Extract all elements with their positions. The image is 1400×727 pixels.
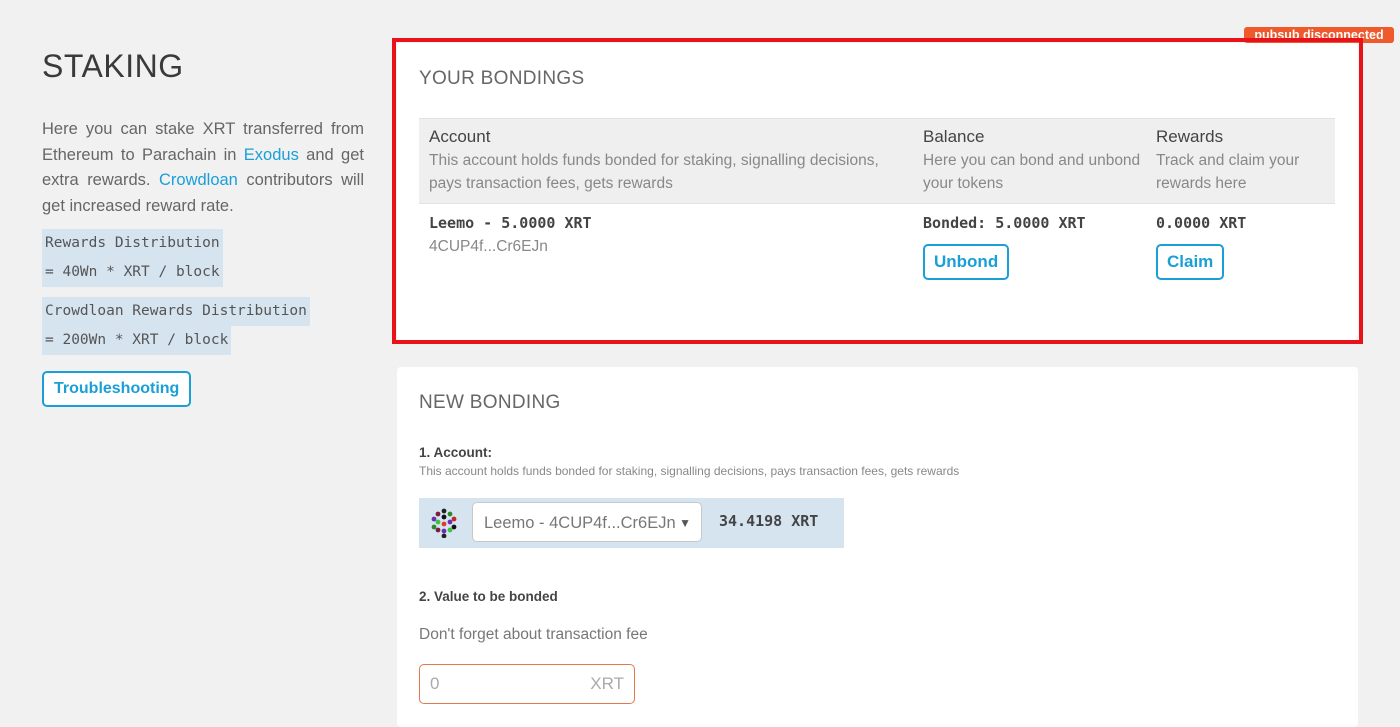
- account-address: 4CUP4f...Cr6EJn: [429, 238, 548, 255]
- crowdloan-rewards-distribution: Crowdloan Rewards Distribution = 200Wn *…: [42, 297, 310, 355]
- new-bonding-title: NEW BONDING: [419, 392, 561, 413]
- bonded-amount: Bonded: 5.0000 XRT: [923, 214, 1086, 232]
- account-select[interactable]: Leemo - 4CUP4f...Cr6EJn ▼: [472, 502, 702, 542]
- column-rewards: Rewards Track and claim your rewards her…: [1156, 127, 1300, 192]
- crowdloan-link[interactable]: Crowdloan: [159, 171, 238, 189]
- claim-button[interactable]: Claim: [1156, 244, 1225, 280]
- account-label: 1. Account:: [419, 445, 493, 460]
- staking-sidebar: STAKING Here you can stake XRT transferr…: [42, 0, 364, 407]
- new-bonding-card: NEW BONDING 1. Account: This account hol…: [397, 367, 1358, 727]
- bondings-title: YOUR BONDINGS: [419, 68, 585, 89]
- fee-note: Don't forget about transaction fee: [419, 626, 648, 643]
- pubsub-status-badge: pubsub disconnected: [1244, 27, 1394, 43]
- bond-value-input[interactable]: 0 XRT: [419, 664, 635, 704]
- unit-label: XRT: [590, 674, 624, 693]
- chevron-down-icon: ▼: [679, 516, 691, 530]
- page-title: STAKING: [42, 48, 184, 84]
- identicon-icon: [431, 508, 457, 538]
- your-bondings-card: YOUR BONDINGS Account This account holds…: [397, 43, 1358, 340]
- intro-text: Here you can stake XRT transferred from …: [42, 120, 364, 215]
- column-balance: Balance Here you can bond and unbond you…: [923, 127, 1141, 192]
- bondings-table: Account This account holds funds bonded …: [419, 118, 1335, 304]
- column-account: Account This account holds funds bonded …: [429, 127, 879, 192]
- table-row: Leemo - 5.0000 XRT 4CUP4f...Cr6EJn Bonde…: [419, 204, 1335, 304]
- value-label: 2. Value to be bonded: [419, 589, 558, 604]
- rewards-distribution: Rewards Distribution = 40Wn * XRT / bloc…: [42, 229, 223, 287]
- exodus-link[interactable]: Exodus: [244, 146, 299, 164]
- troubleshooting-button[interactable]: Troubleshooting: [42, 371, 192, 407]
- account-balance: 34.4198 XRT: [719, 512, 819, 530]
- rewards-amount: 0.0000 XRT: [1156, 214, 1247, 232]
- account-selector-box: Leemo - 4CUP4f...Cr6EJn ▼ 34.4198 XRT: [419, 498, 844, 548]
- account-desc: This account holds funds bonded for stak…: [419, 464, 960, 478]
- bondings-table-header: Account This account holds funds bonded …: [419, 118, 1335, 204]
- row-account: Leemo - 5.0000 XRT 4CUP4f...Cr6EJn: [429, 214, 592, 256]
- account-name: Leemo - 5.0000 XRT: [429, 214, 592, 232]
- unbond-button[interactable]: Unbond: [923, 244, 1010, 280]
